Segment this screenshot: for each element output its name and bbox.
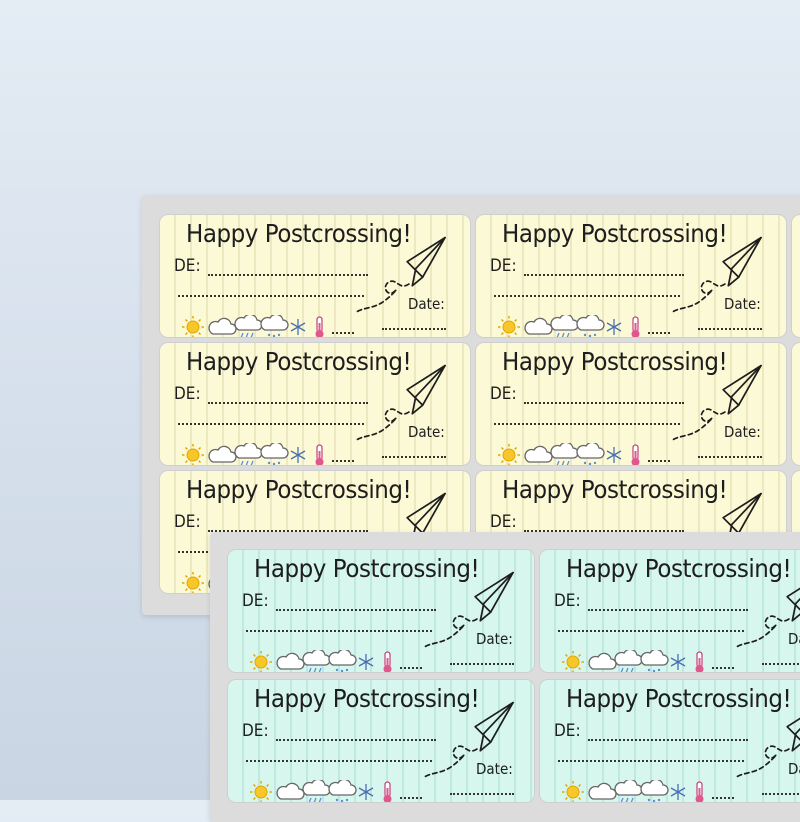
label-de: DE: <box>490 512 517 532</box>
address-line <box>558 760 744 762</box>
label-de: DE: <box>490 384 517 404</box>
postcrossing-label: Happy Postcrossing!DE:Date: <box>540 550 800 672</box>
de-line <box>208 274 368 276</box>
postcrossing-label: Happy Postcrossing!DE:Date: <box>792 343 800 465</box>
date-line <box>762 793 800 795</box>
label-de: DE: <box>554 721 581 741</box>
de-line <box>276 739 436 741</box>
paper-plane-icon <box>672 364 762 441</box>
address-line <box>558 630 744 632</box>
weather-icons <box>561 780 705 802</box>
label-de: DE: <box>174 512 201 532</box>
weather-icons <box>249 650 393 672</box>
date-line <box>382 456 446 458</box>
de-line <box>588 609 748 611</box>
temperature-line <box>712 797 734 799</box>
temperature-line <box>332 460 354 462</box>
postcrossing-label: Happy Postcrossing!DE:Date: <box>540 680 800 802</box>
address-line <box>494 295 680 297</box>
postcrossing-label: Happy Postcrossing!DE:Date: <box>228 550 534 672</box>
temperature-line <box>400 667 422 669</box>
address-line <box>246 760 432 762</box>
weather-icons <box>497 443 641 465</box>
postcrossing-label: Happy Postcrossing!DE:Date: <box>160 215 470 337</box>
label-de: DE: <box>490 256 517 276</box>
date-line <box>762 663 800 665</box>
date-line <box>450 663 514 665</box>
label-de: DE: <box>242 591 269 611</box>
de-line <box>276 609 436 611</box>
address-line <box>246 630 432 632</box>
address-line <box>178 295 364 297</box>
postcrossing-label: Happy Postcrossing!DE:Date: <box>160 343 470 465</box>
weather-icons <box>561 650 705 672</box>
label-de: DE: <box>174 256 201 276</box>
label-de: DE: <box>174 384 201 404</box>
de-line <box>524 402 684 404</box>
postcrossing-label: Happy Postcrossing!DE:Date: <box>792 215 800 337</box>
paper-plane-icon <box>736 701 800 778</box>
postcrossing-label: Happy Postcrossing!DE:Date: <box>228 680 534 802</box>
date-line <box>698 328 762 330</box>
weather-icons <box>249 780 393 802</box>
de-line <box>208 402 368 404</box>
paper-plane-icon <box>736 571 800 648</box>
temperature-line <box>648 332 670 334</box>
postcrossing-label: Happy Postcrossing!DE:Date: <box>476 343 786 465</box>
address-line <box>178 423 364 425</box>
label-de: DE: <box>242 721 269 741</box>
weather-icons <box>181 315 325 337</box>
date-line <box>698 456 762 458</box>
sticker-sheet-mint: Happy Postcrossing! DE: Date: Happy Postcro… <box>210 532 800 822</box>
temperature-line <box>648 460 670 462</box>
paper-plane-icon <box>672 236 762 313</box>
paper-plane-icon <box>356 364 446 441</box>
paper-plane-icon <box>356 236 446 313</box>
date-line <box>450 793 514 795</box>
de-line <box>524 274 684 276</box>
weather-icons <box>181 443 325 465</box>
address-line <box>494 423 680 425</box>
date-line <box>382 328 446 330</box>
temperature-line <box>400 797 422 799</box>
paper-plane-icon <box>424 571 514 648</box>
temperature-line <box>332 332 354 334</box>
temperature-line <box>712 667 734 669</box>
weather-icons <box>497 315 641 337</box>
postcrossing-label: Happy Postcrossing!DE:Date: <box>476 215 786 337</box>
de-line <box>588 739 748 741</box>
product-mockup: { "labels": { "title": "Happy Postcrossi… <box>0 0 800 822</box>
label-de: DE: <box>554 591 581 611</box>
paper-plane-icon <box>424 701 514 778</box>
